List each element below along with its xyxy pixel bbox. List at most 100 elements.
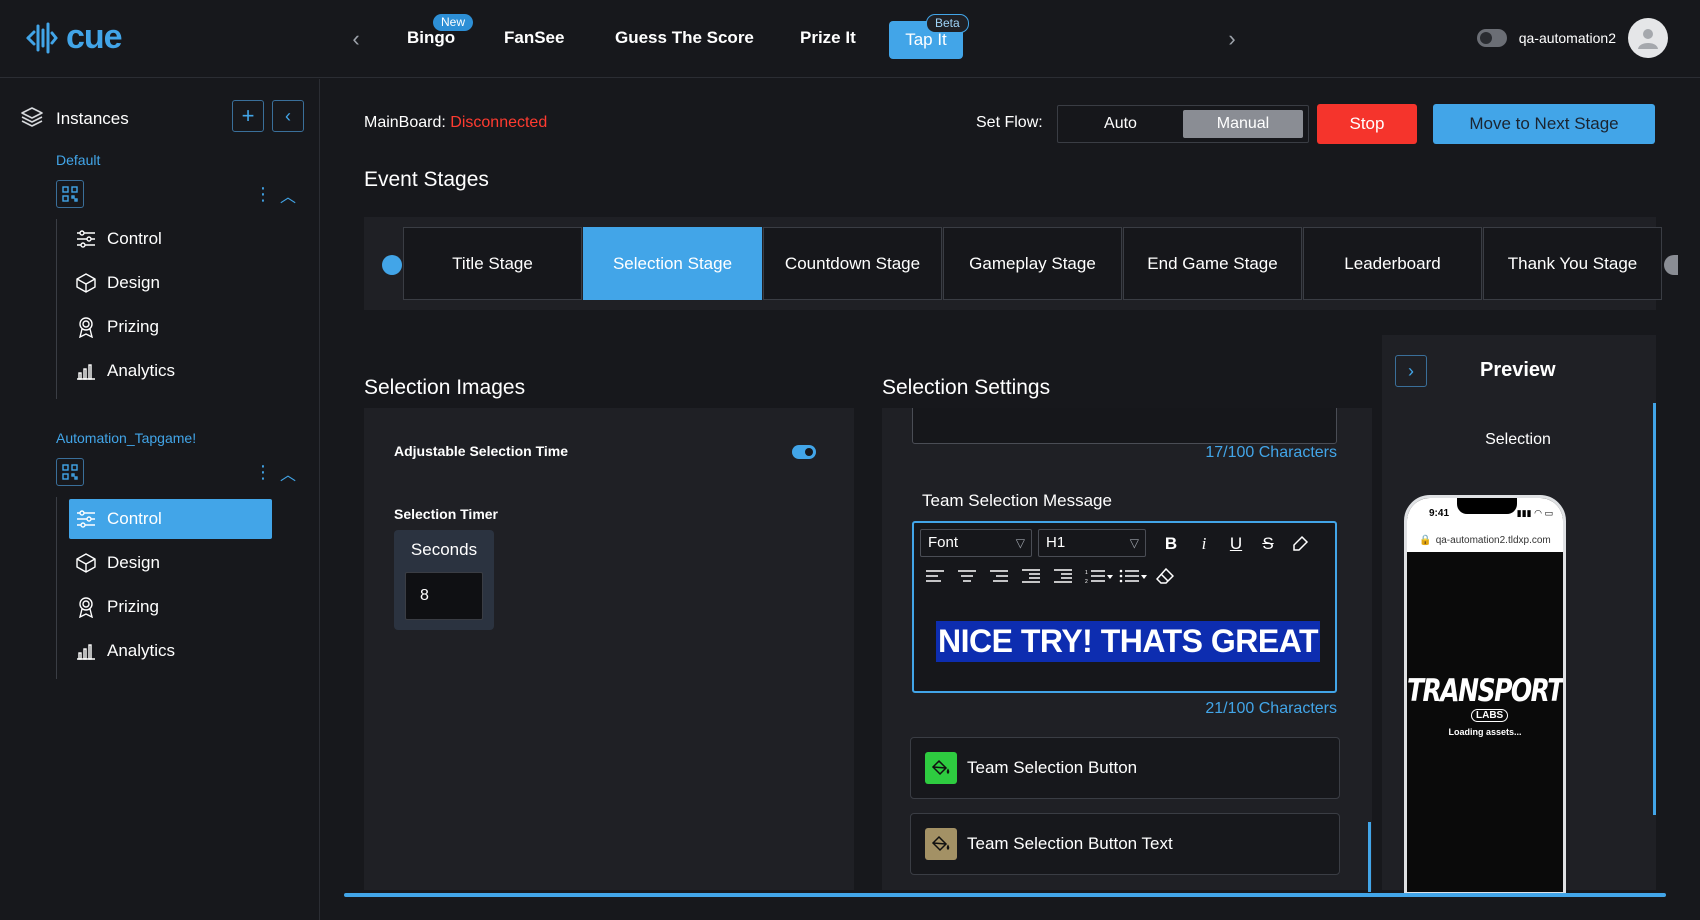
outdent-icon[interactable] bbox=[1020, 565, 1042, 587]
sidebar-item-control[interactable]: Control bbox=[69, 499, 272, 539]
user-menu[interactable]: qa-automation2 bbox=[1476, 18, 1668, 58]
indent-icon[interactable] bbox=[1052, 565, 1074, 587]
tab-fansee[interactable]: FanSee bbox=[504, 28, 564, 48]
avatar[interactable] bbox=[1628, 18, 1668, 58]
underline-icon[interactable]: U bbox=[1225, 533, 1247, 555]
eraser-icon[interactable] bbox=[1154, 565, 1176, 587]
add-instance-button[interactable]: + bbox=[232, 100, 264, 132]
team-selection-button-row[interactable]: Team Selection Button bbox=[910, 737, 1340, 799]
kebab-menu-icon[interactable]: ⋮ bbox=[254, 185, 272, 203]
align-center-icon[interactable] bbox=[956, 565, 978, 587]
layers-icon bbox=[21, 107, 43, 127]
sidebar-item-analytics[interactable]: Analytics bbox=[69, 631, 272, 671]
cube-icon bbox=[75, 272, 97, 294]
brand-logo-sub: LABS bbox=[1471, 709, 1509, 722]
nav-next-icon[interactable]: › bbox=[1222, 28, 1242, 50]
group-label-default[interactable]: Default bbox=[56, 152, 100, 168]
theme-toggle[interactable] bbox=[1476, 29, 1507, 47]
paint-bucket-icon[interactable] bbox=[925, 752, 957, 784]
plus-icon: + bbox=[241, 103, 255, 128]
move-next-stage-button[interactable]: Move to Next Stage bbox=[1433, 104, 1655, 144]
expand-preview-button[interactable]: › bbox=[1395, 355, 1427, 387]
sliders-icon bbox=[75, 508, 97, 530]
qr-code-button[interactable] bbox=[56, 458, 84, 486]
lock-icon: 🔒 bbox=[1419, 534, 1432, 546]
mainboard-status: MainBoard: Disconnected bbox=[364, 114, 547, 132]
phone-url: qa-automation2.tldxp.com bbox=[1435, 534, 1551, 546]
user-name: qa-automation2 bbox=[1518, 30, 1616, 46]
team-selection-button-text-label: Team Selection Button Text bbox=[967, 834, 1173, 853]
chevron-up-icon[interactable]: ︿ bbox=[280, 183, 296, 207]
svg-text:1: 1 bbox=[1085, 570, 1088, 576]
chevron-right-icon: › bbox=[1408, 361, 1414, 381]
italic-icon[interactable]: i bbox=[1193, 533, 1215, 555]
connection-status: Disconnected bbox=[450, 114, 548, 131]
paint-bucket-icon[interactable] bbox=[925, 828, 957, 860]
bold-icon[interactable]: B bbox=[1160, 533, 1182, 555]
message-text[interactable]: NICE TRY! THATS GREAT bbox=[936, 621, 1320, 662]
sidebar-item-control[interactable]: Control bbox=[69, 219, 272, 259]
adjustable-selection-toggle[interactable] bbox=[792, 445, 816, 459]
flow-toggle[interactable]: Auto Manual bbox=[1057, 105, 1309, 143]
tab-guess-the-score[interactable]: Guess The Score bbox=[615, 28, 754, 48]
chevron-up-icon[interactable]: ︿ bbox=[280, 461, 296, 485]
preview-panel: › Preview Selection 9:41 ▮▮▮ ◠ ▭ 🔒 qa-au… bbox=[1382, 335, 1656, 895]
preview-scrollbar[interactable] bbox=[1653, 403, 1656, 815]
sidebar-item-design[interactable]: Design bbox=[69, 543, 272, 583]
stage-selection[interactable]: Selection Stage bbox=[583, 227, 762, 300]
group-label-automation-tapgame[interactable]: Automation_Tapgame! bbox=[56, 430, 196, 446]
stage-gameplay[interactable]: Gameplay Stage bbox=[943, 227, 1122, 300]
stop-button[interactable]: Stop bbox=[1317, 104, 1417, 144]
font-select[interactable]: Font ▽ bbox=[920, 529, 1032, 557]
kebab-menu-icon[interactable]: ⋮ bbox=[254, 463, 272, 481]
horizontal-scrollbar[interactable] bbox=[344, 893, 1666, 897]
cue-logo[interactable]: cue bbox=[24, 18, 123, 57]
waveform-icon bbox=[26, 22, 58, 53]
svg-text:2: 2 bbox=[1085, 579, 1088, 583]
heading-select-value: H1 bbox=[1046, 534, 1066, 551]
flow-manual-option[interactable]: Manual bbox=[1183, 110, 1303, 138]
heading-select[interactable]: H1 ▽ bbox=[1038, 529, 1146, 557]
team-selection-button-label: Team Selection Button bbox=[967, 758, 1138, 777]
char-count: 21/100 Characters bbox=[1205, 700, 1337, 717]
rich-text-editor[interactable]: Font ▽ H1 ▽ B i U S 12 NICE TRY! THATS G… bbox=[912, 521, 1337, 693]
seconds-input[interactable]: 8 bbox=[405, 572, 483, 620]
stage-end-game[interactable]: End Game Stage bbox=[1123, 227, 1302, 300]
team-selection-button-text-row[interactable]: Team Selection Button Text bbox=[910, 813, 1340, 875]
stage-title[interactable]: Title Stage bbox=[403, 227, 582, 300]
stage-countdown[interactable]: Countdown Stage bbox=[763, 227, 942, 300]
user-icon bbox=[1638, 29, 1658, 49]
stage-progress-dot bbox=[382, 255, 402, 275]
nav-prev-icon[interactable]: ‹ bbox=[346, 28, 366, 50]
align-right-icon[interactable] bbox=[988, 565, 1010, 587]
tab-bingo[interactable]: Bingo bbox=[407, 28, 455, 48]
brand-logo: TRANSPORTED bbox=[1407, 672, 1563, 709]
sidebar-item-analytics[interactable]: Analytics bbox=[69, 351, 272, 391]
sidebar-item-label: Design bbox=[107, 553, 160, 572]
tab-prize-it[interactable]: Prize It bbox=[800, 28, 856, 48]
qr-code-icon bbox=[62, 464, 78, 480]
flow-auto-option[interactable]: Auto bbox=[1058, 106, 1183, 142]
selection-images-panel bbox=[364, 408, 854, 890]
sidebar-item-label: Analytics bbox=[107, 641, 176, 660]
ordered-list-icon[interactable]: 12 bbox=[1084, 565, 1114, 587]
stage-thank-you[interactable]: Thank You Stage bbox=[1483, 227, 1662, 300]
phone-status-bar: 9:41 ▮▮▮ ◠ ▭ bbox=[1407, 498, 1563, 528]
bullet-list-icon[interactable] bbox=[1118, 565, 1148, 587]
selection-timer-label: Selection Timer bbox=[394, 506, 499, 522]
sidebar-item-prizing[interactable]: Prizing bbox=[69, 307, 272, 347]
sidebar: Instances + ‹ Default ⋮ ︿ Control Design… bbox=[0, 79, 320, 920]
sidebar-item-design[interactable]: Design bbox=[69, 263, 272, 303]
collapse-sidebar-button[interactable]: ‹ bbox=[272, 100, 304, 132]
highlighter-icon[interactable] bbox=[1289, 533, 1311, 555]
qr-code-button[interactable] bbox=[56, 180, 84, 208]
stage-leaderboard[interactable]: Leaderboard bbox=[1303, 227, 1482, 300]
mainboard-label: MainBoard: bbox=[364, 114, 446, 131]
settings-scrollbar[interactable] bbox=[1368, 822, 1371, 892]
font-select-value: Font bbox=[928, 534, 959, 551]
strikethrough-icon[interactable]: S bbox=[1257, 533, 1279, 555]
sidebar-item-prizing[interactable]: Prizing bbox=[69, 587, 272, 627]
align-left-icon[interactable] bbox=[924, 565, 946, 587]
logo-text: cue bbox=[66, 18, 123, 56]
text-input[interactable] bbox=[912, 408, 1337, 444]
